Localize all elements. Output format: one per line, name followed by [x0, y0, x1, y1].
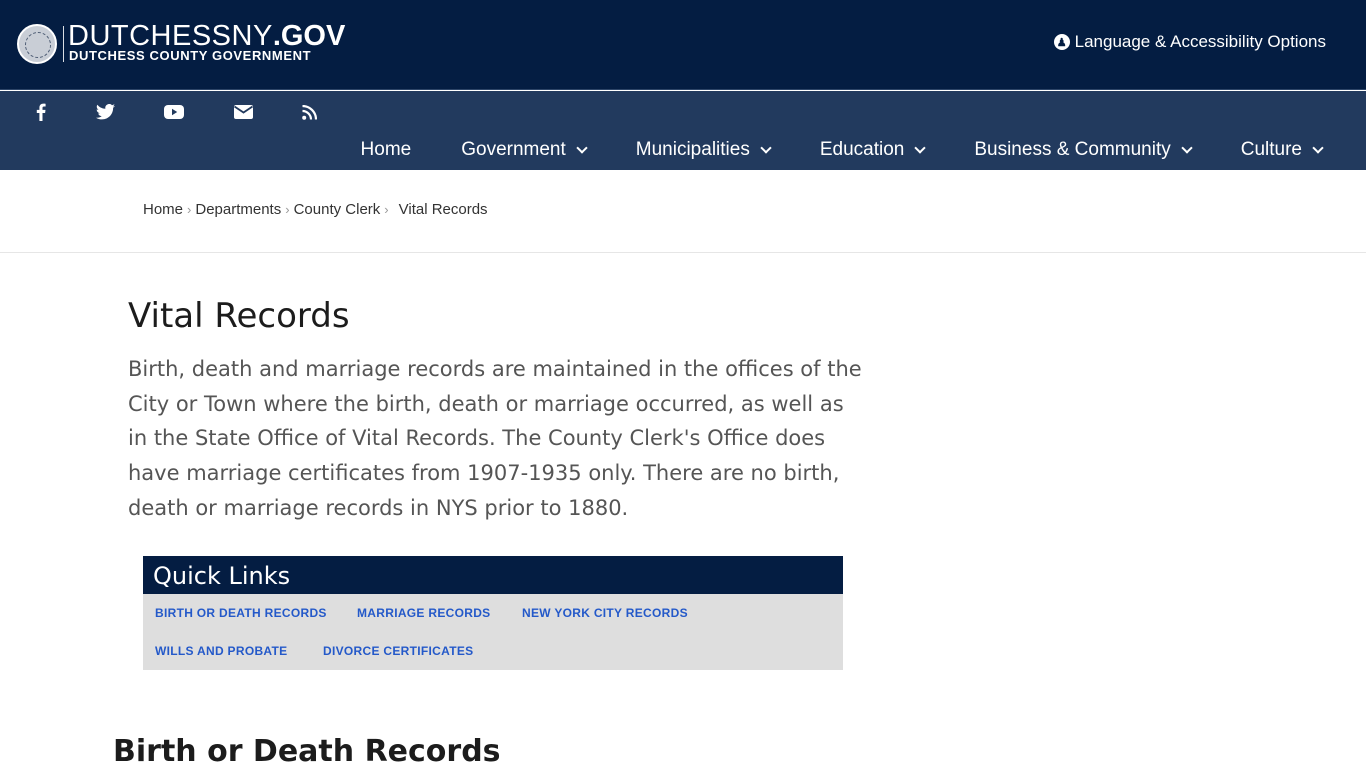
primary-menu: Home Government Municipalities Education…	[361, 139, 1324, 161]
county-seal-logo[interactable]	[17, 24, 57, 64]
nav-item-label: Education	[819, 139, 905, 160]
breadcrumb-county-clerk[interactable]: County Clerk	[294, 201, 381, 218]
nav-item-label: Culture	[1240, 139, 1302, 160]
breadcrumb-bar: Home › Departments › County Clerk › Vita…	[0, 170, 1366, 253]
section-title-birth-death: Birth or Death Records	[113, 734, 501, 768]
nav-item-business-community[interactable]: Business & Community	[974, 139, 1193, 161]
nav-item-label: Home	[360, 139, 412, 160]
rss-icon[interactable]	[296, 99, 322, 125]
nav-item-home[interactable]: Home	[361, 139, 412, 161]
breadcrumb-home[interactable]: Home	[143, 201, 183, 218]
chevron-down-icon	[576, 141, 588, 154]
logo-divider	[63, 26, 64, 62]
email-icon[interactable]	[230, 99, 256, 125]
nav-item-culture[interactable]: Culture	[1240, 139, 1324, 161]
chevron-down-icon	[914, 141, 927, 154]
main-navigation: Home Government Municipalities Education…	[0, 91, 1366, 170]
language-accessibility-button[interactable]: ♟ Language & Accessibility Options	[1053, 32, 1326, 52]
nav-item-label: Business & Community	[974, 139, 1171, 160]
nav-item-government[interactable]: Government	[461, 139, 588, 161]
chevron-down-icon	[1312, 141, 1324, 154]
nav-item-municipalities[interactable]: Municipalities	[635, 139, 772, 161]
intro-paragraph: Birth, death and marriage records are ma…	[128, 357, 862, 520]
page-title: Vital Records	[128, 296, 350, 336]
quick-link-nyc[interactable]: NEW YORK CITY RECORDS	[522, 606, 688, 620]
quick-link-birth-death[interactable]: BIRTH OR DEATH RECORDS	[155, 606, 327, 620]
quick-link-wills-probate[interactable]: WILLS AND PROBATE	[155, 644, 287, 658]
facebook-icon[interactable]	[28, 99, 54, 125]
quick-links-box: Quick Links BIRTH OR DEATH RECORDS MARRI…	[143, 556, 843, 670]
site-header: DUTCHESSNY.GOV DUTCHESS COUNTY GOVERNMEN…	[0, 0, 1366, 90]
accessibility-icon: ♟	[1053, 34, 1070, 50]
quick-link-divorce[interactable]: DIVORCE CERTIFICATES	[323, 644, 473, 658]
quick-links-heading: Quick Links	[143, 556, 843, 594]
logo-subtitle: DUTCHESS COUNTY GOVERNMENT	[69, 48, 312, 63]
nav-item-education[interactable]: Education	[819, 139, 927, 161]
chevron-right-icon: ›	[187, 202, 192, 217]
quick-link-marriage[interactable]: MARRIAGE RECORDS	[357, 606, 490, 620]
breadcrumb-departments[interactable]: Departments	[195, 201, 281, 218]
chevron-down-icon	[1181, 141, 1193, 154]
chevron-right-icon: ›	[384, 202, 389, 217]
chevron-down-icon	[760, 141, 772, 154]
nav-item-label: Government	[461, 139, 566, 160]
breadcrumb: Home › Departments › County Clerk › Vita…	[143, 201, 488, 218]
chevron-right-icon: ›	[285, 202, 290, 217]
breadcrumb-current: Vital Records	[398, 201, 488, 218]
language-accessibility-label: Language & Accessibility Options	[1074, 32, 1326, 51]
twitter-icon[interactable]	[92, 99, 118, 125]
nav-item-label: Municipalities	[635, 139, 750, 160]
youtube-icon[interactable]	[161, 99, 187, 125]
